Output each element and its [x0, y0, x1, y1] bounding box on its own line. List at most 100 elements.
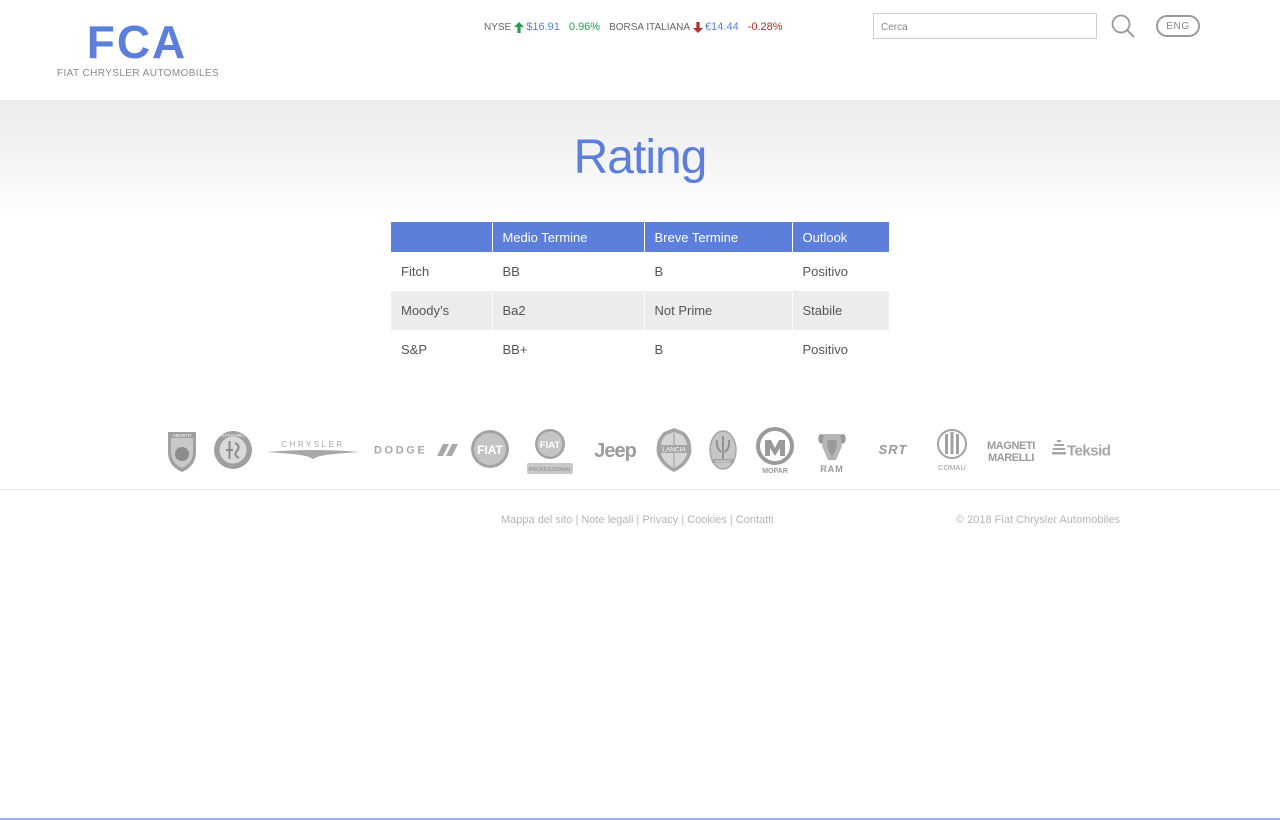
table-header-medium-term: Medio Termine — [492, 222, 645, 252]
ticker-nyse-change: 0.96% — [568, 21, 601, 33]
fca-logo-mark: FCA — [87, 20, 188, 62]
ram-logo: RAM — [818, 434, 846, 474]
footer-link-sitemap[interactable]: Mappa del sito — [501, 514, 573, 526]
table-cell-short-term: B — [644, 330, 793, 369]
dodge-lettering: DODGE — [374, 445, 427, 457]
jeep-logo: Jeep — [594, 440, 637, 462]
brand-link-srt[interactable]: SRT — [866, 426, 920, 476]
brand-link-alfa-romeo[interactable]: ALFA ROMEO — [213, 426, 253, 476]
table-header-agency — [391, 222, 493, 252]
magneti-marelli-lettering-1: MAGNETI — [987, 440, 1035, 452]
maserati-lettering: MASERATI — [715, 459, 730, 463]
mopar-logo: MOPAR — [756, 427, 794, 475]
brand-link-mopar[interactable]: MOPAR — [754, 426, 796, 476]
ticker-borsa-exchange: BORSA ITALIANA — [609, 21, 691, 33]
fiat-professional-lettering: FIAT — [540, 440, 561, 451]
table-cell-outlook: Positivo — [802, 264, 849, 279]
table-cell-medium-term: BB — [492, 252, 645, 291]
table-cell-outlook: Positivo — [802, 342, 849, 357]
maserati-logo: MASERATI — [709, 430, 737, 470]
fca-logo-lettering: FCA — [87, 20, 188, 62]
table-row: S&P BB+ B Positivo — [391, 330, 889, 369]
teksid-logo: Teksid — [1052, 440, 1111, 460]
table-row: Moody’s Ba2 Not Prime Stabile — [391, 291, 889, 330]
copyright-text: © 2018 Fiat Chrysler Automobiles — [955, 514, 1120, 526]
table-cell-agency: S&P — [391, 330, 493, 369]
brand-link-magneti-marelli[interactable]: MAGNETI MARELLI — [984, 426, 1038, 476]
fiat-professional-sublettering: PROFESSIONAL — [529, 467, 572, 473]
dodge-logo: DODGE — [374, 444, 458, 457]
search-input[interactable] — [873, 13, 1097, 39]
footer-link-legal-notes[interactable]: Note legali — [581, 514, 633, 526]
comau-logo: COMAU — [937, 429, 967, 472]
brand-link-ram[interactable]: RAM — [812, 426, 852, 476]
footer-link-privacy[interactable]: Privacy — [642, 514, 678, 526]
jeep-lettering: Jeep — [594, 440, 636, 462]
ticker-borsa-price: €14.44 — [705, 21, 739, 33]
footer-separator: | — [636, 514, 640, 526]
table-cell-outlook: Stabile — [792, 291, 889, 330]
footer-links: Mappa del sito | Note legali | Privacy | Cooki… — [501, 514, 774, 526]
brand-link-jeep[interactable]: Jeep — [590, 426, 640, 476]
table-header-outlook: Outlook — [792, 222, 889, 252]
footer-separator: | — [575, 514, 579, 526]
lancia-logo: LANCIA — [656, 428, 692, 472]
table-cell-medium-term: BB+ — [492, 330, 645, 369]
table-row: Fitch BB B Positivo — [391, 252, 889, 291]
table-header-short-term: Breve Termine — [644, 222, 793, 252]
fiat-lettering: FIAT — [477, 443, 503, 457]
table-cell-short-term: Not Prime — [644, 291, 793, 330]
alfa-romeo-logo: ALFA ROMEO — [214, 431, 252, 469]
footer-separator: | — [729, 514, 733, 526]
alfa-romeo-lettering: ALFA ROMEO — [220, 433, 246, 438]
brand-link-chrysler[interactable]: CHRYSLER — [265, 426, 361, 476]
footer-separator: | — [681, 514, 685, 526]
table-header-row: Medio Termine Breve Termine Outlook — [391, 222, 889, 252]
search-button[interactable] — [1110, 13, 1136, 39]
comau-lettering: COMAU — [938, 463, 966, 472]
brand-logo-strip: ABARTH ALFA ROMEO CHRYSLER DODGE FIAT FI… — [0, 426, 1280, 476]
ticker-borsa-change: -0.28% — [747, 21, 783, 33]
arrow-down-icon — [693, 21, 704, 33]
table-cell-medium-term: Ba2 — [492, 291, 645, 330]
table-cell-short-term: B — [644, 252, 793, 291]
brand-link-fiat[interactable]: FIAT — [470, 426, 510, 476]
stock-ticker: NYSE $16.91 0.96% BORSA ITALIANA €14.44 … — [484, 19, 783, 35]
lancia-lettering: LANCIA — [662, 447, 686, 454]
site-header: FCA FIAT CHRYSLER AUTOMOBILES NYSE $16.9… — [0, 0, 1280, 100]
table-cell-agency: Fitch — [391, 252, 493, 291]
srt-logo: SRT — [879, 442, 908, 457]
brand-link-fiat-professional[interactable]: FIAT PROFESSIONAL — [526, 426, 574, 476]
page-title: Rating — [573, 131, 708, 184]
brand-link-maserati[interactable]: MASERATI — [708, 426, 738, 476]
chrysler-logo: CHRYSLER — [266, 440, 360, 459]
abarth-lettering: ABARTH — [173, 433, 191, 438]
abarth-logo: ABARTH — [168, 432, 196, 472]
fiat-logo: FIAT — [471, 430, 509, 468]
language-switch-button[interactable]: ENG — [1156, 15, 1200, 37]
brand-link-abarth[interactable]: ABARTH — [165, 426, 199, 476]
rating-table: Medio Termine Breve Termine Outlook Fitc… — [391, 222, 889, 369]
brand-link-dodge[interactable]: DODGE — [373, 426, 459, 476]
footer-divider — [0, 489, 1280, 490]
table-cell-agency: Moody’s — [391, 291, 493, 330]
mopar-lettering: MOPAR — [762, 468, 788, 475]
footer-link-contacts[interactable]: Contatti — [736, 514, 774, 526]
hero-band: Rating — [0, 100, 1280, 216]
magneti-marelli-logo: MAGNETI MARELLI — [987, 440, 1036, 464]
magneti-marelli-lettering-2: MARELLI — [988, 452, 1034, 464]
srt-lettering: SRT — [879, 442, 908, 457]
brand-link-comau[interactable]: COMAU — [934, 426, 970, 476]
fca-logo-text: FIAT CHRYSLER AUTOMOBILES — [57, 68, 220, 79]
brand-link-teksid[interactable]: Teksid — [1052, 426, 1116, 476]
fca-logo-link[interactable]: FCA FIAT CHRYSLER AUTOMOBILES — [57, 20, 220, 82]
ram-lettering: RAM — [820, 464, 844, 474]
ticker-nyse-price: $16.91 — [526, 21, 560, 33]
footer-link-cookies[interactable]: Cookies — [687, 514, 727, 526]
ticker-nyse-exchange: NYSE — [484, 21, 512, 33]
brand-link-lancia[interactable]: LANCIA — [654, 426, 694, 476]
fiat-professional-logo: FIAT PROFESSIONAL — [527, 429, 573, 474]
chrysler-lettering: CHRYSLER — [281, 440, 344, 449]
magnifier-icon — [1111, 14, 1135, 38]
arrow-up-icon — [514, 21, 525, 33]
